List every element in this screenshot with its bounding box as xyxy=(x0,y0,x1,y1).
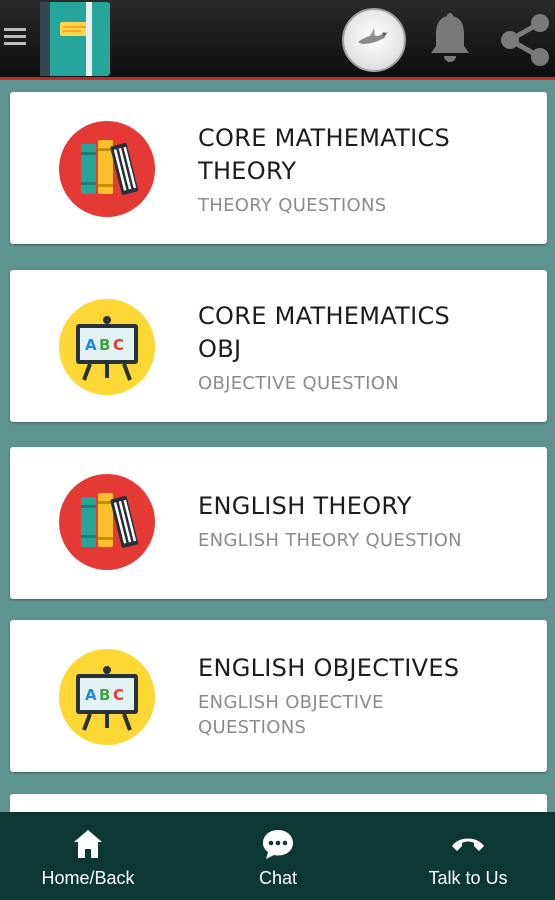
card-title: CORE MATHEMATICS xyxy=(198,302,451,330)
card-subtitle: THEORY QUESTIONS xyxy=(198,195,387,216)
nav-home-back[interactable]: Home/Back xyxy=(13,812,163,900)
notebook-logo-icon[interactable] xyxy=(38,2,112,76)
bottom-navigation: Home/Back Chat Talk to Us xyxy=(0,812,555,900)
home-icon xyxy=(74,830,102,858)
card-subtitle: ENGLISH THEORY QUESTION xyxy=(198,530,462,551)
nav-talk-label: Talk to Us xyxy=(428,868,508,888)
board-letter-b: B xyxy=(99,336,110,354)
nav-chat-label: Chat xyxy=(258,868,298,888)
books-icon xyxy=(59,474,155,570)
card-english-theory[interactable]: ENGLISH THEORY ENGLISH THEORY QUESTION xyxy=(10,447,547,599)
card-core-mathematics-theory[interactable]: CORE MATHEMATICS THEORY THEORY QUESTIONS xyxy=(10,92,547,244)
bell-icon[interactable] xyxy=(428,12,472,64)
card-english-objectives[interactable]: A B C ENGLISH OBJECTIVES ENGLISH OBJECTI… xyxy=(10,620,547,772)
board-letter-c: C xyxy=(113,336,124,354)
board-letter-c: C xyxy=(113,686,124,704)
board-letter-a: A xyxy=(85,336,97,354)
card-title: ENGLISH OBJECTIVES xyxy=(198,654,460,682)
nav-chat[interactable]: Chat xyxy=(203,812,353,900)
books-icon xyxy=(59,121,155,217)
nav-home-label: Home/Back xyxy=(41,868,135,888)
hamburger-menu-icon[interactable] xyxy=(4,24,26,50)
card-title-line2: OBJ xyxy=(198,335,242,363)
nav-talk-to-us[interactable]: Talk to Us xyxy=(393,812,543,900)
phone-icon xyxy=(452,838,484,851)
card-title-line2: THEORY xyxy=(198,157,297,185)
share-icon[interactable] xyxy=(498,14,552,66)
card-title: CORE MATHEMATICS xyxy=(198,124,451,152)
chat-bubble-icon xyxy=(263,830,293,859)
profile-avatar-icon[interactable] xyxy=(342,8,406,72)
card-title: ENGLISH THEORY xyxy=(198,492,412,520)
card-core-mathematics-obj[interactable]: A B C CORE MATHEMATICS OBJ OBJECTIVE QUE… xyxy=(10,270,547,422)
card-subtitle: ENGLISH OBJECTIVE xyxy=(198,692,384,713)
card-subtitle-line2: QUESTIONS xyxy=(198,717,307,738)
board-letter-a: A xyxy=(85,686,97,704)
board-letter-b: B xyxy=(99,686,110,704)
abc-board-icon: A B C xyxy=(59,649,155,745)
app-header xyxy=(0,0,555,80)
card-partial[interactable] xyxy=(10,794,547,814)
card-subtitle: OBJECTIVE QUESTION xyxy=(198,373,399,394)
abc-board-icon: A B C xyxy=(59,299,155,395)
